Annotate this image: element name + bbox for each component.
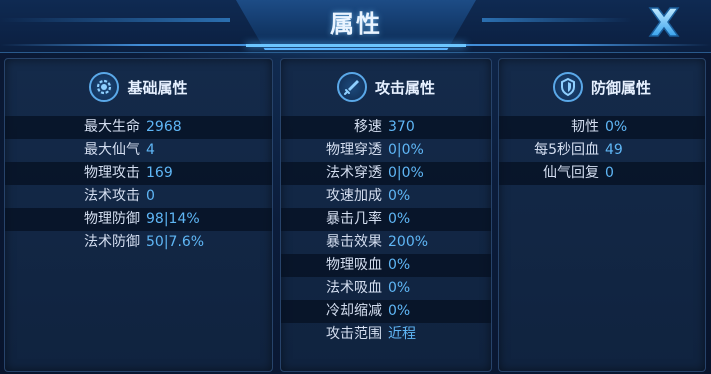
header-decoration-left [0, 18, 230, 22]
stat-row: 暴击效果 200% [281, 231, 491, 254]
stat-row: 物理防御 98|14% [5, 208, 272, 231]
stat-label: 法术吸血 [326, 280, 382, 296]
stat-value: 370 [388, 119, 415, 135]
stat-value: 近程 [388, 326, 416, 342]
basic-attributes-panel: 基础属性 最大生命 2968 最大仙气 4 物理攻击 169 法术攻击 0 物理防御 98… [4, 58, 273, 372]
sword-icon [336, 72, 367, 102]
stat-label: 冷却缩减 [326, 303, 382, 319]
stat-value: 98|14% [146, 211, 200, 227]
gear-icon [89, 72, 120, 102]
stat-value: 0% [388, 211, 411, 227]
stat-row: 韧性 0% [499, 116, 705, 139]
panel-title: 基础属性 [127, 78, 188, 97]
stat-value: 0% [388, 303, 411, 319]
stat-value: 4 [146, 142, 155, 158]
panel-header: 防御属性 [499, 67, 705, 107]
stat-label: 物理攻击 [84, 165, 140, 181]
attack-attributes-panel: 攻击属性 移速 370 物理穿透 0|0% 法术穿透 0|0% 攻速加成 0% 暴击几率… [280, 58, 492, 372]
panel-header: 攻击属性 [281, 67, 491, 107]
panel-title: 防御属性 [590, 78, 651, 97]
stat-label: 物理穿透 [326, 142, 382, 158]
stat-row: 暴击几率 0% [281, 208, 491, 231]
attributes-window: 属性 基础属性 最大生命 2968 最大仙气 4 物理攻击 169 法术攻击 0… [0, 0, 711, 374]
panel-title: 攻击属性 [374, 78, 435, 97]
close-button[interactable] [642, 2, 686, 42]
title-plate-edge [246, 44, 466, 47]
stat-value: 0% [388, 280, 411, 296]
stat-list: 最大生命 2968 最大仙气 4 物理攻击 169 法术攻击 0 物理防御 98|14% … [5, 116, 272, 254]
stat-value: 0|0% [388, 142, 424, 158]
stat-row: 物理攻击 169 [5, 162, 272, 185]
stat-value: 0% [388, 188, 411, 204]
stat-label: 攻速加成 [326, 188, 382, 204]
stat-label: 移速 [354, 119, 382, 135]
stat-value: 200% [388, 234, 429, 250]
stat-row: 法术吸血 0% [281, 277, 491, 300]
close-icon [648, 7, 680, 37]
stat-label: 暴击几率 [326, 211, 382, 227]
stat-row: 每5秒回血 49 [499, 139, 705, 162]
stat-value: 50|7.6% [146, 234, 205, 250]
stat-value: 0% [388, 257, 411, 273]
stat-label: 每5秒回血 [534, 142, 599, 158]
stat-list: 移速 370 物理穿透 0|0% 法术穿透 0|0% 攻速加成 0% 暴击几率 0% 暴击… [281, 116, 491, 346]
stat-row: 法术穿透 0|0% [281, 162, 491, 185]
stat-value: 0|0% [388, 165, 424, 181]
stat-row: 法术攻击 0 [5, 185, 272, 208]
stat-label: 韧性 [571, 119, 599, 135]
stat-list: 韧性 0% 每5秒回血 49 仙气回复 0 [499, 116, 705, 185]
shield-icon [552, 72, 583, 102]
stat-value: 0 [605, 165, 614, 181]
stat-label: 仙气回复 [543, 165, 599, 181]
stat-value: 2968 [146, 119, 182, 135]
stat-row: 移速 370 [281, 116, 491, 139]
stat-row: 物理吸血 0% [281, 254, 491, 277]
stat-label: 物理防御 [84, 211, 140, 227]
stat-label: 法术穿透 [326, 165, 382, 181]
stat-value: 49 [605, 142, 623, 158]
stat-row: 攻速加成 0% [281, 185, 491, 208]
stat-row: 最大生命 2968 [5, 116, 272, 139]
stat-row: 冷却缩减 0% [281, 300, 491, 323]
stat-row: 仙气回复 0 [499, 162, 705, 185]
stat-label: 法术防御 [84, 234, 140, 250]
stat-row: 法术防御 50|7.6% [5, 231, 272, 254]
panel-header: 基础属性 [5, 67, 272, 107]
stat-label: 最大生命 [84, 119, 140, 135]
window-title: 属性 [330, 10, 382, 38]
stat-label: 最大仙气 [84, 142, 140, 158]
stat-row: 最大仙气 4 [5, 139, 272, 162]
header-decoration-right [482, 18, 632, 22]
stat-value: 0% [605, 119, 628, 135]
stat-label: 攻击范围 [326, 326, 382, 342]
stat-label: 暴击效果 [326, 234, 382, 250]
stat-label: 物理吸血 [326, 257, 382, 273]
stat-label: 法术攻击 [84, 188, 140, 204]
stat-row: 攻击范围 近程 [281, 323, 491, 346]
stat-row: 物理穿透 0|0% [281, 139, 491, 162]
defense-attributes-panel: 防御属性 韧性 0% 每5秒回血 49 仙气回复 0 [498, 58, 706, 372]
stat-value: 169 [146, 165, 173, 181]
stat-value: 0 [146, 188, 155, 204]
